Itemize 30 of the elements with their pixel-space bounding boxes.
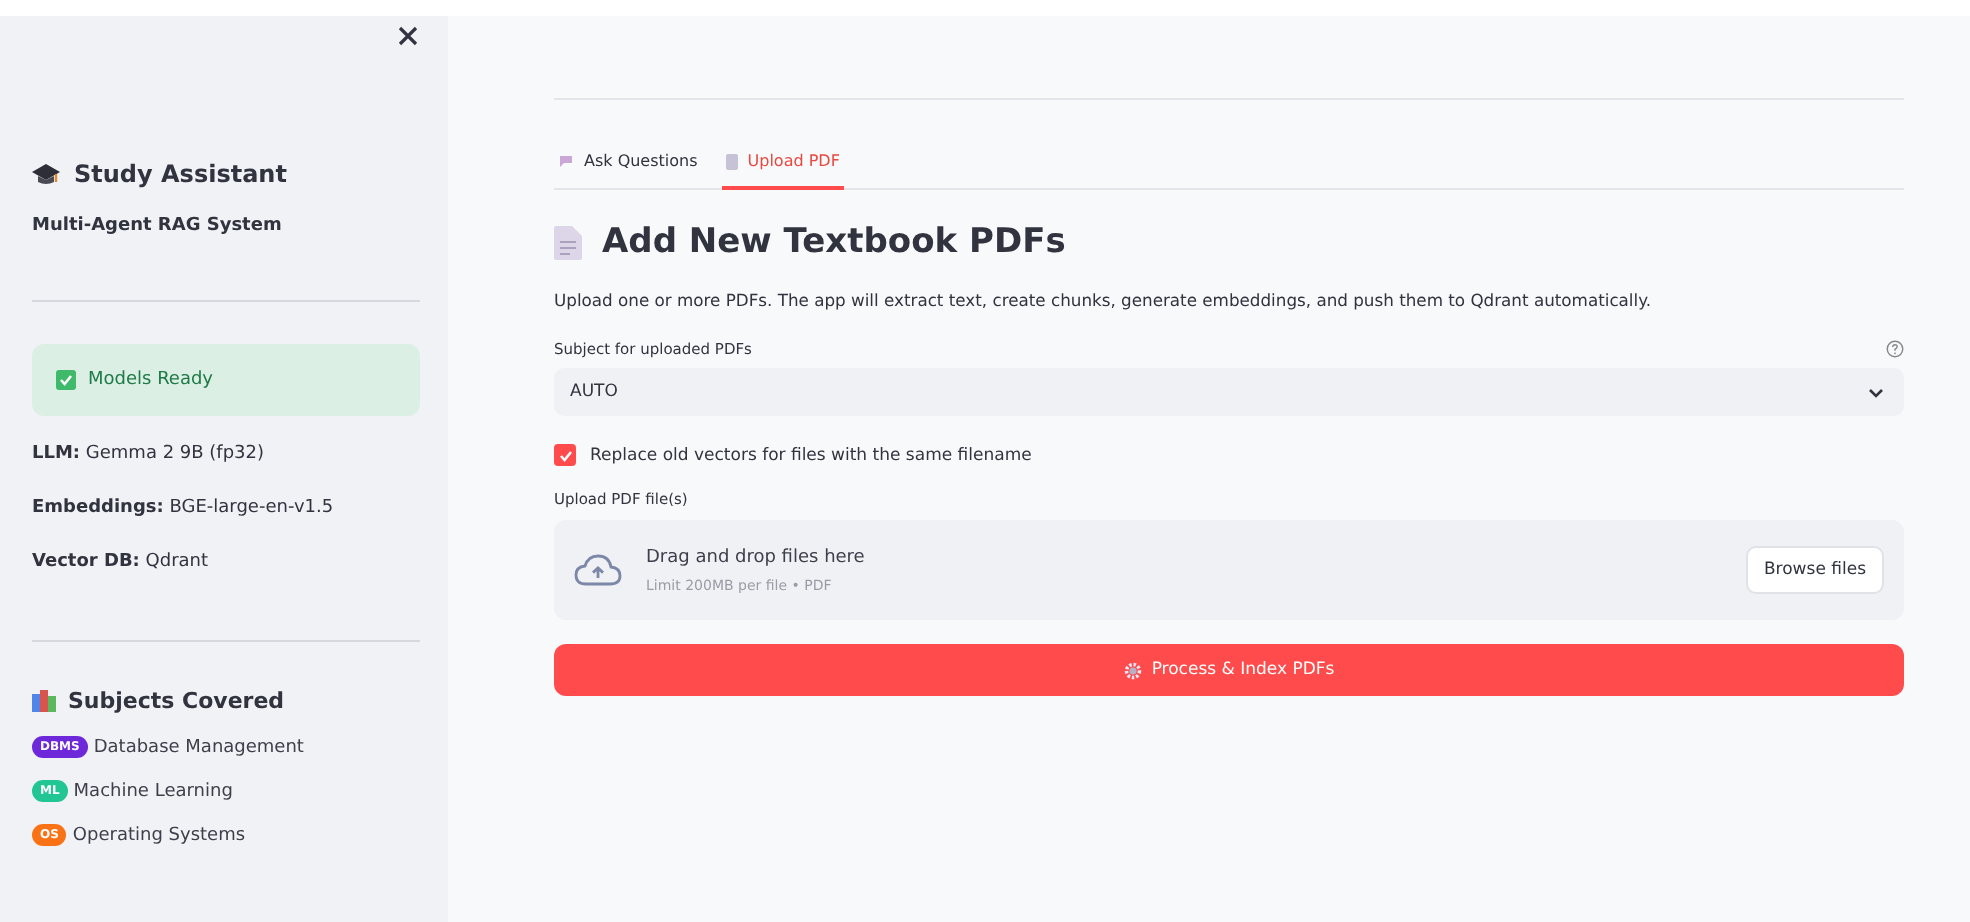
cloud-upload-icon xyxy=(574,554,622,586)
tab[interactable]: Ask Questions xyxy=(554,144,702,190)
model-info: LLM: Gemma 2 9B (fp32) xyxy=(32,442,267,468)
subject-label: Database Management xyxy=(93,737,304,757)
description-text: Upload one or more PDFs. The app will extract text, create chunks, generate embeddings, and push them to Qdrant automatically. xyxy=(554,290,1654,310)
checkbox[interactable] xyxy=(554,444,576,466)
graduation-cap-icon xyxy=(32,163,60,185)
subject-label: Operating Systems xyxy=(72,825,246,845)
chevron-down-icon xyxy=(1868,387,1884,397)
model-info: Vector DB: Qdrant xyxy=(32,550,211,576)
browse-button[interactable]: Browse files xyxy=(1745,546,1884,594)
document-icon xyxy=(725,153,738,169)
page-heading: Add New Textbook PDFs xyxy=(602,222,1066,262)
model-info: Embeddings: BGE-large-en-v1.5 xyxy=(32,496,336,522)
check-icon xyxy=(56,370,76,390)
books-icon xyxy=(32,690,56,712)
subjects-title: Subjects Covered xyxy=(68,688,285,714)
dropzone-title: Drag and drop files here xyxy=(646,547,867,567)
tab[interactable]: Upload PDF xyxy=(721,144,844,190)
subject-label: Machine Learning xyxy=(73,781,233,801)
close-icon[interactable] xyxy=(396,24,420,48)
checkbox-label: Replace old vectors for files with the same filename xyxy=(590,445,1032,465)
speech-bubble-icon xyxy=(558,154,574,168)
subject-select[interactable]: AUTO xyxy=(554,368,1904,416)
help-icon[interactable] xyxy=(1886,340,1904,358)
gear-icon xyxy=(1123,661,1142,679)
sidebar-subtitle: Multi-Agent RAG System xyxy=(32,216,284,236)
document-icon xyxy=(554,225,582,259)
sidebar-title: Study Assistant xyxy=(74,160,287,188)
status-text: Models Ready xyxy=(88,370,214,390)
